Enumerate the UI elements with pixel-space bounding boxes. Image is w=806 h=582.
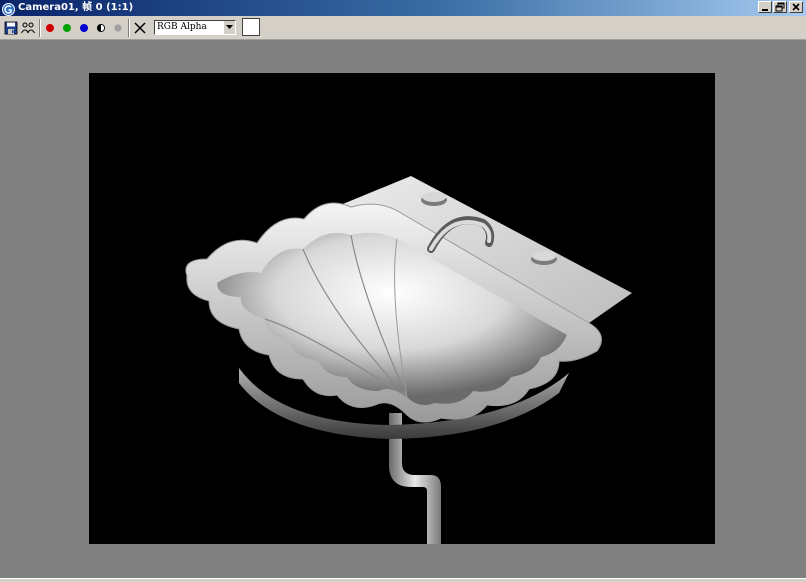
close-button[interactable] xyxy=(789,1,803,13)
green-channel-icon xyxy=(63,24,71,32)
restore-icon xyxy=(775,2,785,12)
sink-render-illustration xyxy=(185,176,632,544)
alpha-channel-icon xyxy=(96,23,106,33)
window-controls xyxy=(757,1,803,13)
title-bar[interactable]: Camera01, 帧 0 (1:1) xyxy=(0,0,806,16)
green-channel-toggle[interactable] xyxy=(59,20,75,36)
status-strip xyxy=(0,578,806,582)
rendered-image xyxy=(89,73,715,544)
rendered-frame-window: Camera01, 帧 0 (1:1) RGB Alpha xyxy=(0,0,806,582)
render-area xyxy=(0,40,806,578)
save-button[interactable] xyxy=(3,20,19,36)
minimize-button[interactable] xyxy=(758,1,772,13)
channel-dropdown-value: RGB Alpha xyxy=(157,22,207,32)
monochrome-icon xyxy=(114,24,122,32)
clear-x-icon xyxy=(134,22,146,34)
red-channel-toggle[interactable] xyxy=(42,20,58,36)
color-swatch[interactable] xyxy=(242,18,260,36)
close-icon xyxy=(792,3,800,11)
floppy-disk-icon xyxy=(4,21,18,35)
clear-button[interactable] xyxy=(132,20,148,36)
blue-channel-toggle[interactable] xyxy=(76,20,92,36)
toolbar-separator xyxy=(128,19,130,37)
clone-window-icon xyxy=(21,22,35,34)
channel-dropdown[interactable]: RGB Alpha xyxy=(154,20,236,35)
monochrome-toggle[interactable] xyxy=(110,20,126,36)
alpha-channel-toggle[interactable] xyxy=(93,20,109,36)
red-channel-icon xyxy=(46,24,54,32)
restore-button[interactable] xyxy=(773,1,787,13)
blue-channel-icon xyxy=(80,24,88,32)
window-title: Camera01, 帧 0 (1:1) xyxy=(18,2,134,13)
app-logo-icon xyxy=(2,1,15,16)
dropdown-arrow-button[interactable] xyxy=(223,21,235,34)
clone-window-button[interactable] xyxy=(20,20,36,36)
toolbar-separator xyxy=(39,19,41,37)
minimize-icon xyxy=(762,9,768,11)
chevron-down-icon xyxy=(226,25,233,29)
frame-toolbar: RGB Alpha xyxy=(0,16,806,40)
